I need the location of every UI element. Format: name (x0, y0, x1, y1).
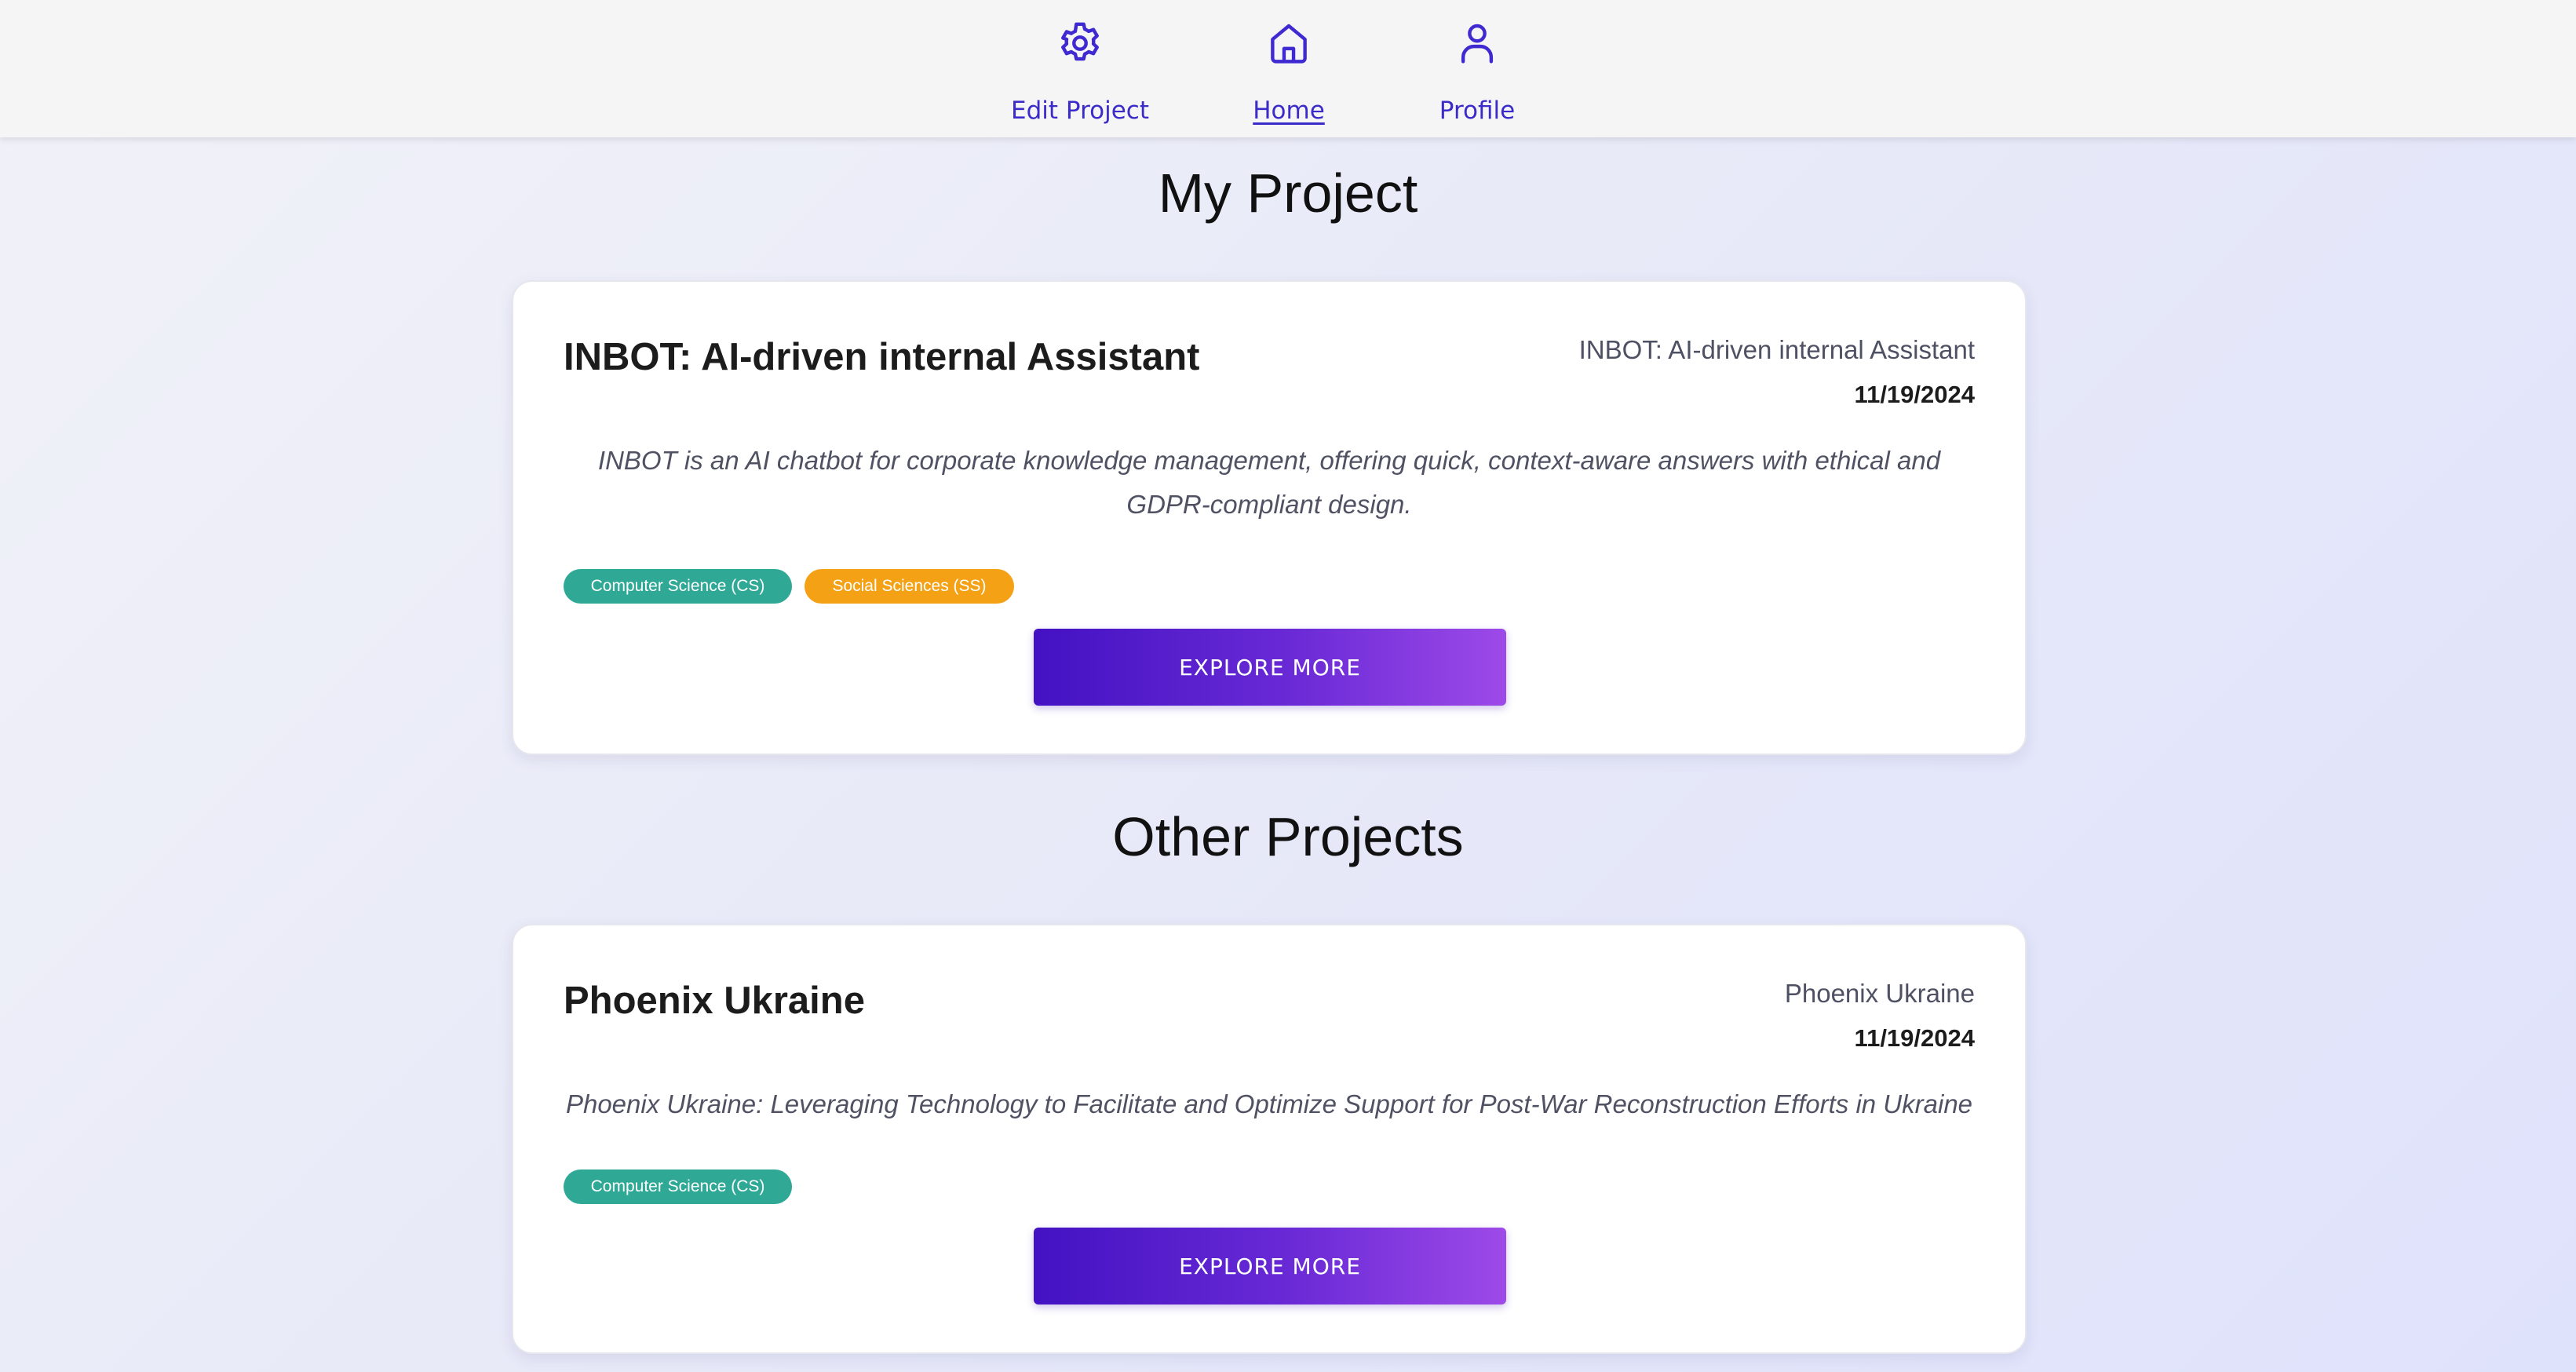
tag-social-sciences: Social Sciences (SS) (805, 569, 1014, 604)
project-meta-name: INBOT: AI-driven internal Assistant (1578, 335, 1975, 364)
nav-label-home[interactable]: Home (1253, 97, 1325, 125)
project-title: Phoenix Ukraine (564, 980, 865, 1022)
project-meta-name: Phoenix Ukraine (1784, 979, 1975, 1008)
home-icon (1263, 17, 1315, 73)
my-project-heading: My Project (1158, 162, 1418, 224)
nav-label-profile[interactable]: Profile (1439, 97, 1515, 125)
user-icon (1451, 17, 1503, 73)
project-description: Phoenix Ukraine: Leveraging Technology t… (565, 1089, 1973, 1118)
tag-computer-science: Computer Science (CS) (564, 569, 792, 604)
nav-item-home[interactable]: Home (1240, 17, 1337, 125)
nav-item-edit-project[interactable]: Edit Project (1011, 17, 1149, 125)
project-tags: Computer Science (CS) (564, 1169, 792, 1204)
project-description: INBOT is an AI chatbot for corporate kno… (597, 446, 1941, 519)
project-date: 11/19/2024 (1854, 381, 1975, 408)
explore-more-button[interactable]: EXPLORE MORE (1034, 629, 1506, 706)
project-card: Phoenix Ukraine Phoenix Ukraine 11/19/20… (512, 924, 2027, 1354)
nav-item-profile[interactable]: Profile (1436, 17, 1518, 125)
other-projects-heading: Other Projects (1112, 806, 1464, 867)
project-date: 11/19/2024 (1854, 1024, 1975, 1052)
project-title: INBOT: AI-driven internal Assistant (564, 336, 1200, 378)
explore-more-button[interactable]: EXPLORE MORE (1034, 1228, 1506, 1304)
tag-computer-science: Computer Science (CS) (564, 1169, 792, 1204)
top-navigation: Edit Project Home Profile (0, 0, 2576, 137)
project-tags: Computer Science (CS) Social Sciences (S… (564, 569, 1014, 604)
gear-icon (1054, 17, 1106, 73)
project-card: INBOT: AI-driven internal Assistant INBO… (512, 280, 2027, 755)
nav-label-edit-project[interactable]: Edit Project (1011, 97, 1149, 125)
